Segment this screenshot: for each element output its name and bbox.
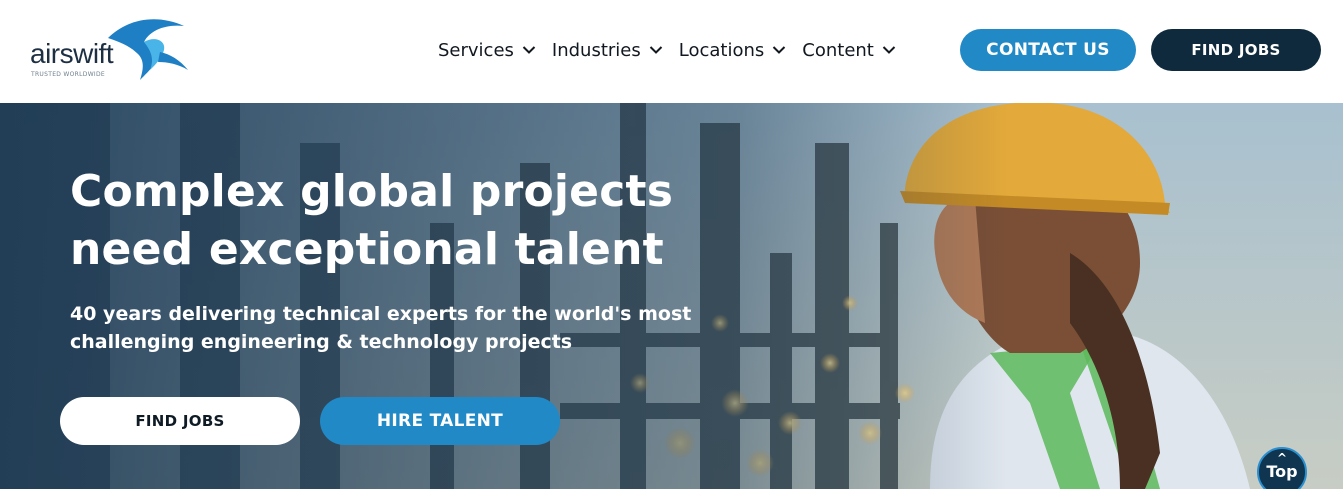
hero-section: Complex global projects need exceptional… <box>0 103 1343 489</box>
hero-subheadline: 40 years delivering technical experts fo… <box>70 303 692 353</box>
find-jobs-hero-button[interactable]: FIND JOBS <box>60 397 300 445</box>
chevron-down-icon <box>773 46 786 54</box>
airswift-logo[interactable]: airswift TRUSTED WORLDWIDE <box>28 16 188 82</box>
hero-headline: Complex global projects need exceptional… <box>70 166 674 275</box>
nav-item-services[interactable]: Services <box>438 40 536 61</box>
nav-item-label: Industries <box>551 39 641 61</box>
nav-item-industries[interactable]: Industries <box>552 40 663 61</box>
nav-item-content[interactable]: Content <box>802 40 896 61</box>
site-header: airswift TRUSTED WORLDWIDE Services Indu… <box>0 0 1343 103</box>
hire-talent-button[interactable]: HIRE TALENT <box>320 397 560 445</box>
nav-item-label: Locations <box>678 39 765 61</box>
nav-item-label: Content <box>802 39 874 61</box>
contact-us-button[interactable]: CONTACT US <box>960 29 1136 71</box>
logo-tagline: TRUSTED WORLDWIDE <box>31 71 106 78</box>
chevron-down-icon <box>522 46 536 54</box>
back-to-top-label: Top <box>1266 462 1298 481</box>
main-nav: Services Industries Locations Content <box>438 36 912 64</box>
nav-item-label: Services <box>438 39 514 61</box>
swift-bird-icon <box>108 19 188 80</box>
find-jobs-header-button[interactable]: FIND JOBS <box>1151 29 1321 71</box>
chevron-down-icon <box>649 46 662 54</box>
nav-item-locations[interactable]: Locations <box>679 40 787 61</box>
chevron-down-icon <box>882 46 896 54</box>
back-to-top-button[interactable]: ^ Top <box>1257 447 1307 489</box>
